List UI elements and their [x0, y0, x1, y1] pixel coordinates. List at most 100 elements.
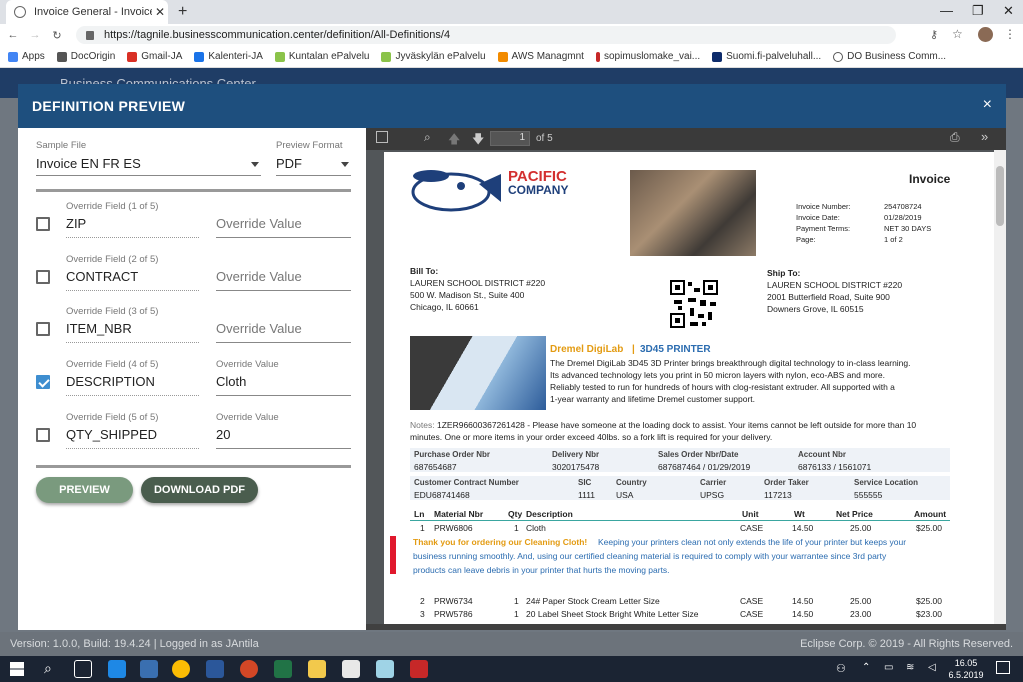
close-dialog-icon[interactable]: ×: [983, 96, 992, 114]
wifi-icon[interactable]: ≋: [906, 662, 914, 673]
previous-page-icon[interactable]: 🡅: [448, 130, 460, 151]
bookmark-do[interactable]: DO Business Comm...: [833, 51, 946, 62]
column-header: Net Price: [836, 509, 873, 519]
bookmark-kuntalan[interactable]: Kuntalan ePalvelu: [274, 51, 369, 62]
bookmark-gmail[interactable]: Gmail-JA: [127, 51, 182, 62]
clock-time[interactable]: 16.05: [954, 658, 978, 668]
override-checkbox-contract[interactable]: [36, 270, 50, 284]
table-cell: CASE: [740, 523, 764, 533]
menu-dots-icon[interactable]: ⋮: [1004, 27, 1016, 41]
thanks-bold: Thank you for ordering our Cleaning Clot…: [413, 537, 588, 547]
meta-value: 01/28/2019: [884, 213, 922, 222]
bookmark-apps[interactable]: Apps: [8, 51, 45, 62]
back-icon[interactable]: ←: [4, 29, 22, 41]
monitor-icon[interactable]: ▭: [884, 662, 893, 673]
reload-icon[interactable]: ↻: [48, 29, 66, 42]
scrollbar-thumb[interactable]: [996, 166, 1004, 226]
override-value-input[interactable]: Override Value: [216, 269, 351, 291]
apps-icon: [8, 51, 18, 62]
search-icon[interactable]: ⌕: [424, 130, 431, 145]
print-icon[interactable]: ⎙: [950, 130, 960, 145]
excel-icon[interactable]: [274, 660, 292, 678]
override-value-input[interactable]: Cloth: [216, 374, 351, 396]
order-info-label: Account Nbr: [798, 450, 846, 459]
search-icon[interactable]: ⌕: [44, 660, 52, 677]
word-icon[interactable]: [206, 660, 224, 678]
bookmark-label: Suomi.fi-palveluhall...: [726, 51, 822, 62]
star-icon[interactable]: ☆: [952, 27, 963, 41]
bookmark-docorigin[interactable]: DocOrigin: [56, 51, 115, 62]
notes-text: minutes. One or more items in your order…: [410, 432, 773, 442]
viewer-scrollbar[interactable]: [994, 150, 1006, 624]
override-field-label: Override Field (3 of 5): [66, 306, 159, 317]
url-field[interactable]: https://tagnile.businesscommunication.ce…: [76, 26, 896, 44]
meta-label: Invoice Number:: [796, 202, 851, 211]
bookmark-kalenteri[interactable]: Kalenteri-JA: [194, 51, 263, 62]
bill-to-line: LAUREN SCHOOL DISTRICT #220: [410, 278, 546, 288]
lock-icon: [86, 30, 94, 40]
people-icon[interactable]: ⚇: [836, 662, 846, 675]
override-field-label: Override Field (1 of 5): [66, 201, 159, 212]
table-cell: $25.00: [916, 523, 942, 533]
promo-text: 1-year warranty and lifetime Dremel cust…: [550, 394, 756, 404]
override-checkbox-description[interactable]: [36, 375, 50, 389]
task-view-icon[interactable]: [74, 660, 92, 678]
next-page-icon[interactable]: 🡇: [472, 130, 484, 151]
chevron-up-icon[interactable]: ⌃: [862, 662, 870, 673]
override-checkbox-item-nbr[interactable]: [36, 322, 50, 336]
chrome-icon[interactable]: [172, 660, 190, 678]
minimize-icon[interactable]: —: [940, 3, 953, 18]
table-cell: 20 Label Sheet Stock Bright White Letter…: [526, 609, 699, 619]
close-window-icon[interactable]: ✕: [1003, 3, 1014, 19]
bookmark-jyvaskyla[interactable]: Jyväskylän ePalvelu: [381, 51, 486, 62]
override-value-input[interactable]: Override Value: [216, 321, 351, 343]
override-checkbox-zip[interactable]: [36, 217, 50, 231]
app-icon[interactable]: [140, 660, 158, 678]
calendar-icon: [194, 51, 205, 62]
acrobat-icon[interactable]: [410, 660, 428, 678]
table-cell: $23.00: [916, 609, 942, 619]
page-number-input[interactable]: 1: [490, 131, 530, 146]
edge-icon[interactable]: [108, 660, 126, 678]
clock-date[interactable]: 6.5.2019: [944, 670, 988, 680]
volume-icon[interactable]: ◁: [928, 662, 936, 673]
invoice-page: PACIFIC COMPANY Invoice Invoice Number: …: [384, 152, 994, 624]
notification-icon[interactable]: [996, 661, 1010, 674]
suomi-icon: [712, 51, 723, 62]
override-value-input[interactable]: 20: [216, 427, 351, 449]
column-header: Ln: [414, 509, 425, 519]
more-tools-icon[interactable]: »: [981, 129, 988, 144]
highlight-bar: [390, 536, 396, 574]
table-cell: CASE: [740, 609, 764, 619]
close-tab-icon[interactable]: ✕: [152, 5, 168, 19]
windows-start-icon[interactable]: [10, 662, 24, 676]
sample-file-select[interactable]: Invoice EN FR ES: [36, 156, 261, 176]
promo-title-sep: |: [632, 344, 635, 355]
preview-format-select[interactable]: PDF: [276, 156, 351, 176]
app-icon[interactable]: [376, 660, 394, 678]
avatar[interactable]: [978, 27, 993, 42]
sidebar-toggle-icon[interactable]: [376, 131, 388, 143]
app-footer: Version: 1.0.0, Build: 19.4.24 | Logged …: [0, 632, 1023, 656]
bookmark-sopimus[interactable]: sopimuslomake_vai...: [595, 51, 700, 62]
bookmark-aws[interactable]: AWS Managmnt: [497, 51, 584, 62]
forward-icon[interactable]: →: [26, 29, 44, 41]
promo-title-a: Dremel DigiLab: [550, 344, 624, 355]
file-explorer-icon[interactable]: [308, 660, 326, 678]
download-pdf-button[interactable]: DOWNLOAD PDF: [141, 477, 258, 503]
globe-icon: [14, 6, 26, 18]
override-checkbox-qty-shipped[interactable]: [36, 428, 50, 442]
lc-app-icon[interactable]: [342, 660, 360, 678]
browser-tab[interactable]: Invoice General - Invoice | Busin ✕: [6, 0, 168, 24]
leaf-icon: [274, 51, 285, 62]
new-tab-icon[interactable]: +: [178, 3, 187, 21]
table-cell: 25.00: [850, 523, 872, 533]
page-total: of 5: [536, 133, 553, 144]
table-cell: 1: [514, 596, 519, 606]
powerpoint-icon[interactable]: [240, 660, 258, 678]
bookmark-suomi[interactable]: Suomi.fi-palveluhall...: [712, 51, 821, 62]
override-value-input[interactable]: Override Value: [216, 216, 351, 238]
key-icon[interactable]: ⚷: [930, 28, 938, 41]
maximize-icon[interactable]: ❐: [972, 3, 984, 19]
preview-button[interactable]: PREVIEW: [36, 477, 133, 503]
